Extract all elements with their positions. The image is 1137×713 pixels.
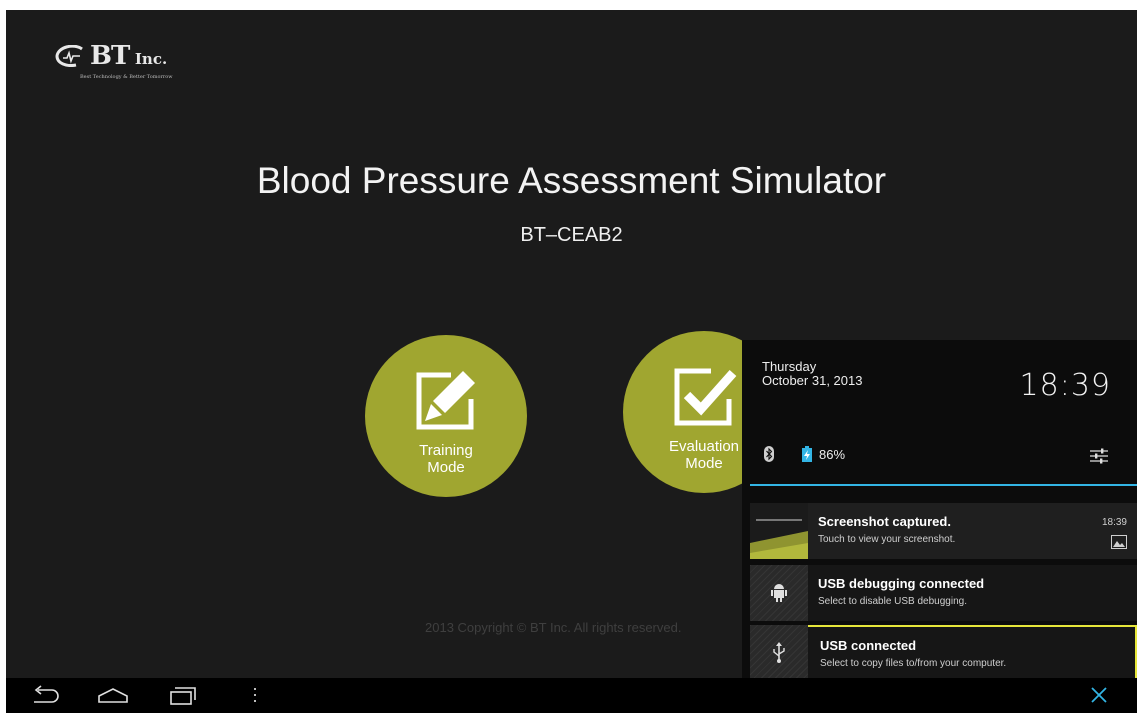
notification-subtitle: Select to disable USB debugging.	[818, 596, 967, 607]
battery-percent: 86%	[819, 447, 846, 462]
android-debug-icon	[771, 584, 787, 602]
app-title: Blood Pressure Assessment Simulator	[256, 160, 887, 201]
training-label-line2: Mode	[427, 459, 465, 476]
training-mode-label: Training Mode	[365, 442, 527, 476]
picture-icon	[1111, 535, 1127, 549]
shade-date: Thursday October 31, 2013	[762, 360, 862, 388]
logo-brand-text: BT	[90, 41, 130, 71]
app-model: BT–CEAB2	[520, 224, 623, 246]
notification-usb-connected[interactable]: USB connected Select to copy files to/fr…	[750, 625, 1137, 681]
notification-subtitle: Touch to view your screenshot.	[818, 534, 956, 545]
shade-day: Thursday	[762, 359, 817, 374]
usb-icon	[773, 642, 785, 663]
back-icon[interactable]	[30, 682, 62, 708]
bt-logo: BT Inc. Best Technology & Better Tomorro…	[54, 41, 194, 81]
training-mode-button[interactable]: Training Mode	[365, 335, 527, 497]
notification-usb-debugging[interactable]: USB debugging connected Select to disabl…	[750, 565, 1137, 621]
shade-clock: 18:39	[1019, 368, 1111, 403]
bluetooth-icon	[764, 446, 774, 462]
quick-settings-icon[interactable]	[1090, 447, 1108, 465]
shade-divider	[750, 484, 1137, 486]
logo-brand: BT Inc.	[90, 41, 167, 71]
shade-full-date: October 31, 2013	[762, 373, 863, 388]
checkmark-icon	[674, 368, 737, 426]
pencil-icon	[416, 371, 475, 430]
notification-title: Screenshot captured.	[818, 514, 951, 529]
notification-icon-area	[750, 565, 808, 621]
copyright-text: 2013 Copyright © BT Inc. All rights rese…	[425, 620, 682, 635]
notification-subtitle: Select to copy files to/from your comput…	[820, 658, 1007, 669]
close-icon[interactable]	[1090, 682, 1108, 708]
screenshot-thumbnail	[750, 503, 808, 559]
app-screen: BT Inc. Best Technology & Better Tomorro…	[6, 10, 1137, 713]
logo-mark-icon	[55, 45, 83, 67]
notification-screenshot[interactable]: Screenshot captured. Touch to view your …	[750, 503, 1137, 559]
notification-title: USB connected	[820, 638, 917, 653]
battery-charging-icon	[802, 446, 812, 462]
notification-icon-area	[750, 625, 808, 681]
notification-shade: Thursday October 31, 2013 18:39 86% Scre…	[742, 340, 1137, 681]
navigation-bar	[6, 678, 1137, 713]
notification-time: 18:39	[1101, 517, 1127, 528]
notification-title: USB debugging connected	[818, 576, 985, 591]
home-icon[interactable]	[96, 682, 130, 708]
recents-icon[interactable]	[167, 682, 199, 708]
training-label-line1: Training	[419, 442, 473, 459]
logo-brand-suffix: Inc.	[134, 50, 168, 68]
menu-icon[interactable]	[250, 682, 260, 708]
logo-tagline: Best Technology & Better Tomorrow	[80, 74, 173, 80]
